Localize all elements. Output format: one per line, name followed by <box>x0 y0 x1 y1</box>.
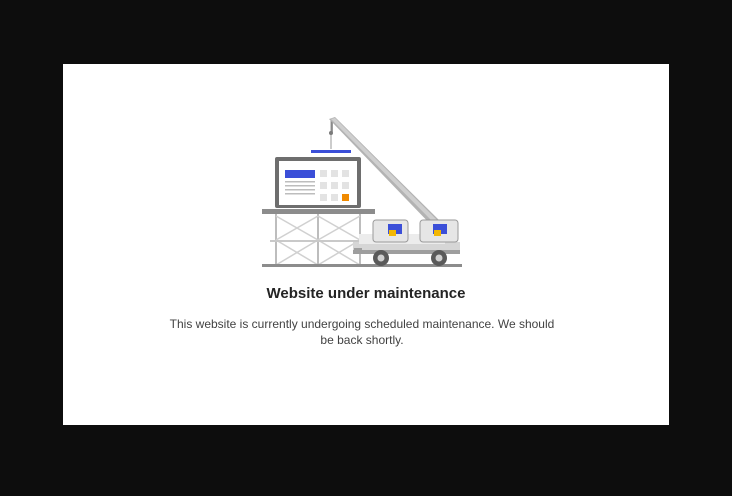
crane-hook <box>311 119 351 153</box>
maintenance-message: This website is currently undergoing sch… <box>169 317 555 347</box>
maintenance-card: Website under maintenance This website i… <box>63 64 669 425</box>
page-backdrop: Website under maintenance This website i… <box>0 0 732 496</box>
crane-truck <box>353 219 460 266</box>
webpage-frame <box>275 157 361 208</box>
page-title: Website under maintenance <box>266 285 466 302</box>
construction-crane-icon <box>262 117 462 267</box>
